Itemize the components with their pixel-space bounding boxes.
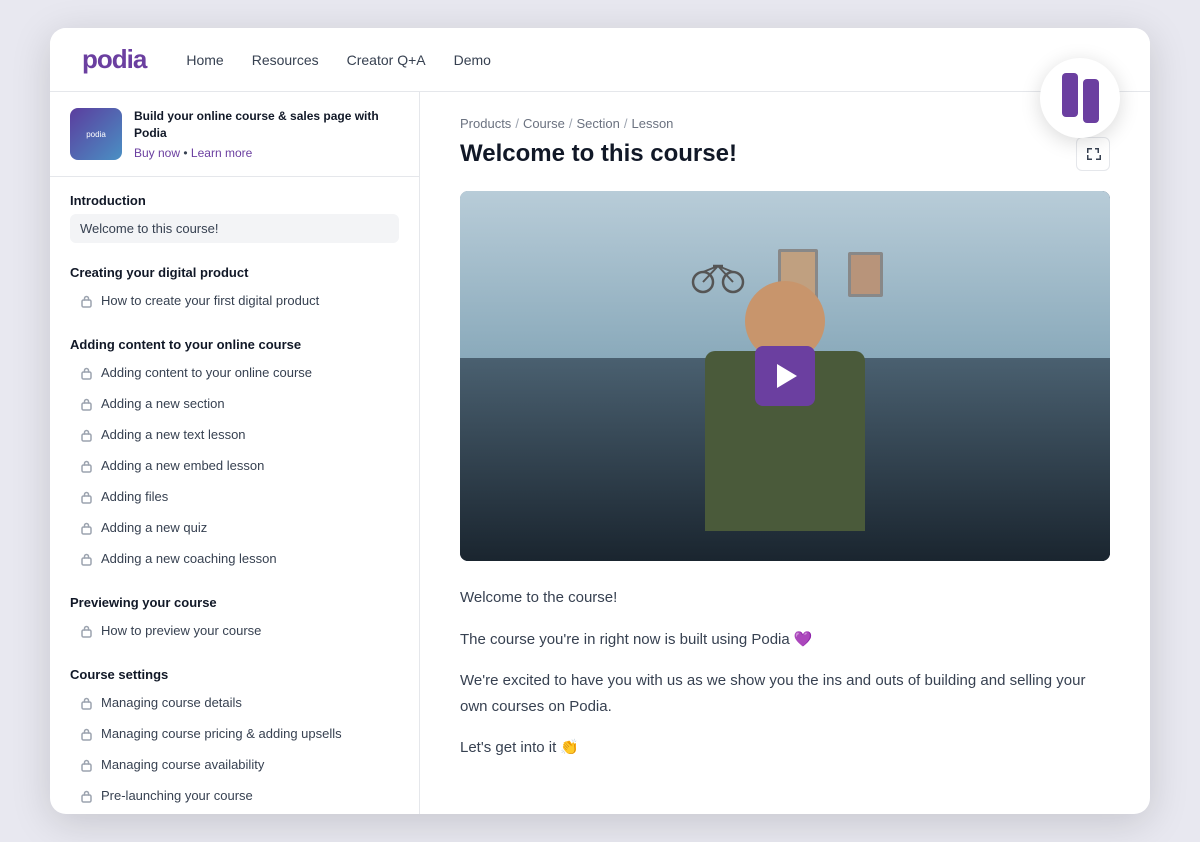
page-title: Welcome to this course! (460, 140, 737, 168)
sidebar-item[interactable]: Adding a new coaching lesson (70, 544, 399, 573)
lock-icon (80, 397, 93, 411)
breadcrumb: Products / Course / Section / Lesson (460, 116, 1110, 131)
lock-icon (80, 490, 93, 504)
promo-title: Build your online course & sales page wi… (134, 108, 399, 142)
sidebar-item[interactable]: Adding a new embed lesson (70, 451, 399, 480)
lock-icon (80, 428, 93, 442)
lock-icon (80, 366, 93, 380)
sidebar-sections: Introduction Welcome to this course! Creat… (50, 177, 419, 814)
top-nav: podia Home Resources Creator Q+A Demo (50, 28, 1150, 92)
sidebar-item[interactable]: Adding a new quiz (70, 513, 399, 542)
buy-now-link[interactable]: Buy now (134, 146, 180, 160)
nav-links: Home Resources Creator Q+A Demo (186, 52, 491, 68)
sidebar-item-label: Adding a new embed lesson (101, 458, 264, 473)
lock-icon (80, 624, 93, 638)
sidebar-section: Creating your digital product How to crea… (50, 249, 419, 321)
sidebar-item[interactable]: Adding a new text lesson (70, 420, 399, 449)
sidebar-item-label: Managing course availability (101, 757, 264, 772)
promo-actions: Buy now • Learn more (134, 146, 399, 160)
nav-resources[interactable]: Resources (252, 52, 319, 68)
desc-line-4: Let's get into it 👏 (460, 735, 1110, 761)
sidebar-item[interactable]: Managing course pricing & adding upsells (70, 719, 399, 748)
play-button[interactable] (755, 346, 815, 406)
lock-icon (80, 789, 93, 803)
lock-icon (80, 521, 93, 535)
sidebar-item[interactable]: Publishing your course (70, 812, 399, 814)
sidebar-item[interactable]: How to create your first digital product (70, 286, 399, 315)
sidebar-section-title: Creating your digital product (70, 265, 399, 280)
sidebar-item-label: How to create your first digital product (101, 293, 319, 308)
promo-card: podia Build your online course & sales p… (50, 92, 419, 177)
nav-home[interactable]: Home (186, 52, 223, 68)
content-area: Products / Course / Section / Lesson Wel… (420, 92, 1150, 814)
podia-bar-left (1062, 73, 1078, 117)
promo-content: Build your online course & sales page wi… (134, 108, 399, 160)
desc-line-2: The course you're in right now is built … (460, 627, 1110, 653)
podia-floating-icon[interactable] (1040, 58, 1120, 138)
sidebar-section: Previewing your course How to preview you… (50, 579, 419, 651)
sidebar-section-title: Introduction (70, 193, 399, 208)
sidebar-item-label: Managing course pricing & adding upsells (101, 726, 342, 741)
sidebar-item-label: Welcome to this course! (80, 221, 218, 236)
sidebar-item-label: Managing course details (101, 695, 242, 710)
page-title-row: Welcome to this course! (460, 137, 1110, 171)
sidebar-section: Adding content to your online course Addi… (50, 321, 419, 579)
sidebar-item[interactable]: Welcome to this course! (70, 214, 399, 243)
logo[interactable]: podia (82, 44, 146, 75)
person-silhouette (645, 281, 925, 561)
promo-thumbnail: podia (70, 108, 122, 160)
video-container[interactable] (460, 191, 1110, 561)
sidebar-item[interactable]: Adding a new section (70, 389, 399, 418)
lock-icon (80, 696, 93, 710)
desc-line-3: We're excited to have you with us as we … (460, 668, 1110, 719)
sidebar-section-title: Course settings (70, 667, 399, 682)
sidebar-item[interactable]: Managing course details (70, 688, 399, 717)
podia-bar-right (1083, 79, 1099, 123)
learn-more-link[interactable]: Learn more (191, 146, 252, 160)
nav-creator-qa[interactable]: Creator Q+A (347, 52, 426, 68)
sidebar-item[interactable]: Adding content to your online course (70, 358, 399, 387)
sidebar-item[interactable]: How to preview your course (70, 616, 399, 645)
sidebar-item-label: Adding content to your online course (101, 365, 312, 380)
sidebar-item-label: Pre-launching your course (101, 788, 253, 803)
sidebar-item[interactable]: Managing course availability (70, 750, 399, 779)
sidebar-section: Course settings Managing course details Ma… (50, 651, 419, 814)
sidebar-item-label: How to preview your course (101, 623, 261, 638)
breadcrumb-products[interactable]: Products (460, 116, 511, 131)
sidebar: podia Build your online course & sales p… (50, 92, 420, 814)
browser-window: podia Home Resources Creator Q+A Demo po… (50, 28, 1150, 814)
nav-demo[interactable]: Demo (454, 52, 491, 68)
sidebar-section: Introduction Welcome to this course! (50, 177, 419, 249)
breadcrumb-section[interactable]: Section (576, 116, 619, 131)
lock-icon (80, 552, 93, 566)
course-description: Welcome to the course! The course you're… (460, 585, 1110, 761)
sidebar-item-label: Adding a new text lesson (101, 427, 246, 442)
play-triangle-icon (777, 364, 797, 388)
sidebar-section-title: Adding content to your online course (70, 337, 399, 352)
lock-icon (80, 459, 93, 473)
sidebar-item-label: Adding files (101, 489, 168, 504)
desc-line-1: Welcome to the course! (460, 585, 1110, 611)
sidebar-item-label: Adding a new quiz (101, 520, 207, 535)
lock-icon (80, 727, 93, 741)
sidebar-item-label: Adding a new coaching lesson (101, 551, 277, 566)
expand-icon (1085, 146, 1101, 162)
main-layout: podia Build your online course & sales p… (50, 92, 1150, 814)
breadcrumb-lesson[interactable]: Lesson (631, 116, 673, 131)
lock-icon (80, 758, 93, 772)
breadcrumb-course[interactable]: Course (523, 116, 565, 131)
sidebar-item[interactable]: Adding files (70, 482, 399, 511)
sidebar-item[interactable]: Pre-launching your course (70, 781, 399, 810)
sidebar-section-title: Previewing your course (70, 595, 399, 610)
sidebar-item-label: Adding a new section (101, 396, 225, 411)
expand-button[interactable] (1076, 137, 1110, 171)
lock-icon (80, 294, 93, 308)
